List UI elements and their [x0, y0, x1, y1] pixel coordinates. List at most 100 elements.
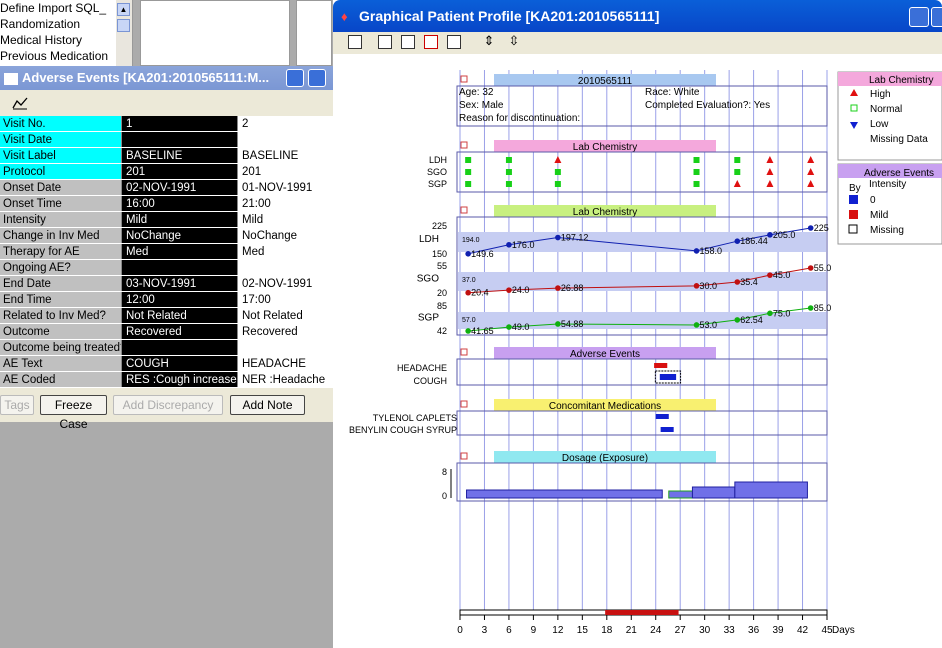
- ae-title-bar: Adverse Events [KA201:2010565111:M...: [0, 66, 333, 90]
- ae-value-cell[interactable]: COUGH: [121, 356, 237, 371]
- data-point: [734, 279, 741, 285]
- lab-legend-item: High: [870, 89, 891, 100]
- lab-row-label: SGP: [428, 179, 447, 189]
- section-title: 2010565111: [578, 76, 633, 87]
- series-label: SGP: [418, 313, 439, 324]
- ae-value-cell[interactable]: BASELINE: [237, 148, 333, 163]
- ae-value-cell[interactable]: HEADACHE: [237, 356, 333, 371]
- export-icon[interactable]: [378, 35, 392, 49]
- ae-value-cell[interactable]: [121, 260, 237, 275]
- ae-value-cell[interactable]: 01-NOV-1991: [237, 180, 333, 195]
- ae-value-cell[interactable]: [237, 340, 333, 355]
- maximize-icon[interactable]: [931, 7, 942, 27]
- high-marker: [554, 156, 562, 163]
- completed-evaluation: Completed Evaluation?: Yes: [645, 100, 770, 111]
- ae-value-cell[interactable]: Recovered: [237, 324, 333, 339]
- start-value: 57.0: [462, 317, 476, 324]
- data-label: 197.12: [561, 233, 589, 243]
- lab-row-label: LDH: [429, 155, 447, 165]
- ae-value-cell[interactable]: 02-NOV-1991: [121, 180, 237, 195]
- add-discrepancy-button[interactable]: Add Discrepancy: [113, 395, 223, 415]
- ae-grid-row: End Date 03-NOV-1991 02-NOV-1991: [0, 276, 333, 292]
- high-marker: [733, 180, 741, 187]
- ae-value-cell[interactable]: Mild: [237, 212, 333, 227]
- ae-value-cell[interactable]: [237, 132, 333, 147]
- tags-button[interactable]: Tags: [0, 395, 34, 415]
- axis-low: 150: [432, 249, 447, 259]
- ae-value-cell[interactable]: BASELINE: [121, 148, 237, 163]
- ae-value-cell[interactable]: [121, 132, 237, 147]
- form-list-scrollbar[interactable]: ▲: [116, 0, 132, 66]
- data-point: [807, 225, 814, 231]
- ae-value-cell[interactable]: 02-NOV-1991: [237, 276, 333, 291]
- data-label: 41.65: [471, 326, 494, 336]
- headache-bar: [654, 363, 668, 368]
- axis-low: 20: [437, 288, 447, 298]
- ae-value-cell[interactable]: Mild: [121, 212, 237, 227]
- intensity-mild-icon: [849, 210, 858, 219]
- ae-value-cell[interactable]: [121, 340, 237, 355]
- ae-value-cell[interactable]: 12:00: [121, 292, 237, 307]
- ae-value-cell[interactable]: 17:00: [237, 292, 333, 307]
- data-point: [465, 250, 471, 257]
- ae-toolbar: [0, 90, 333, 117]
- form-list-item[interactable]: Randomization: [0, 16, 132, 32]
- normal-marker: [505, 169, 512, 175]
- ae-grid-row: End Time 12:00 17:00: [0, 292, 333, 308]
- x-tick-label: 18: [601, 625, 613, 636]
- add-icon[interactable]: [424, 35, 438, 49]
- data-point: [465, 328, 471, 334]
- maximize-icon[interactable]: [308, 69, 326, 87]
- chart-icon[interactable]: [12, 96, 28, 110]
- ae-value-cell[interactable]: 2: [237, 116, 333, 131]
- ae-value-cell[interactable]: 21:00: [237, 196, 333, 211]
- data-label: 20.4: [471, 288, 489, 298]
- ae-value-cell[interactable]: NoChange: [237, 228, 333, 243]
- normal-marker: [505, 157, 512, 163]
- data-point: [767, 310, 773, 317]
- ae-grid-row: Visit No. 1 2: [0, 116, 333, 132]
- ae-value-cell[interactable]: Med: [121, 244, 237, 259]
- expand-vertical-icon[interactable]: ⇕: [482, 34, 496, 49]
- form-list-item[interactable]: Previous Medication: [0, 48, 132, 64]
- axis-high: 85: [437, 301, 447, 311]
- print-icon[interactable]: [447, 35, 461, 49]
- ae-value-cell[interactable]: NER :Headache: [237, 372, 333, 387]
- start-value: 37.0: [462, 277, 476, 284]
- data-point: [555, 234, 561, 241]
- ae-grid-row: Ongoing AE?: [0, 260, 333, 276]
- form-list-item[interactable]: Medical History: [0, 32, 132, 48]
- minimize-icon[interactable]: [286, 69, 304, 87]
- collapse-vertical-icon[interactable]: ⇳: [507, 34, 521, 49]
- ae-field-label: Change in Inv Med: [0, 228, 121, 243]
- ae-value-cell[interactable]: 201: [237, 164, 333, 179]
- table-icon[interactable]: [348, 35, 362, 49]
- ae-value-cell[interactable]: Not Related: [237, 308, 333, 323]
- scroll-up-icon[interactable]: ▲: [117, 3, 130, 16]
- ae-value-cell[interactable]: Not Related: [121, 308, 237, 323]
- ae-value-cell[interactable]: 1: [121, 116, 237, 131]
- profile-toolbar: ⇕ ⇳: [333, 32, 942, 54]
- ae-grid-row: Onset Time 16:00 21:00: [0, 196, 333, 212]
- axis-high: 55: [437, 261, 447, 271]
- ae-value-cell[interactable]: [237, 260, 333, 275]
- ae-value-cell[interactable]: Med: [237, 244, 333, 259]
- minimize-icon[interactable]: [909, 7, 929, 27]
- ae-value-cell[interactable]: 16:00: [121, 196, 237, 211]
- form-list-item[interactable]: Define Import SQL_: [0, 0, 132, 16]
- data-point: [734, 238, 741, 244]
- data-point: [465, 289, 471, 296]
- add-note-button[interactable]: Add Note: [230, 395, 305, 415]
- ae-value-cell[interactable]: 03-NOV-1991: [121, 276, 237, 291]
- ae-field-label: Intensity: [0, 212, 121, 227]
- normal-marker: [693, 157, 700, 163]
- data-label: 158.0: [700, 246, 723, 256]
- ae-value-cell[interactable]: 201: [121, 164, 237, 179]
- patient-race: Race: White: [645, 87, 700, 98]
- ae-value-cell[interactable]: Recovered: [121, 324, 237, 339]
- ae-value-cell[interactable]: NoChange: [121, 228, 237, 243]
- freeze-case-button[interactable]: Freeze Case: [40, 395, 107, 431]
- ae-value-cell[interactable]: RES :Cough increased: [121, 372, 237, 387]
- data-point: [693, 283, 700, 289]
- import-icon[interactable]: [401, 35, 415, 49]
